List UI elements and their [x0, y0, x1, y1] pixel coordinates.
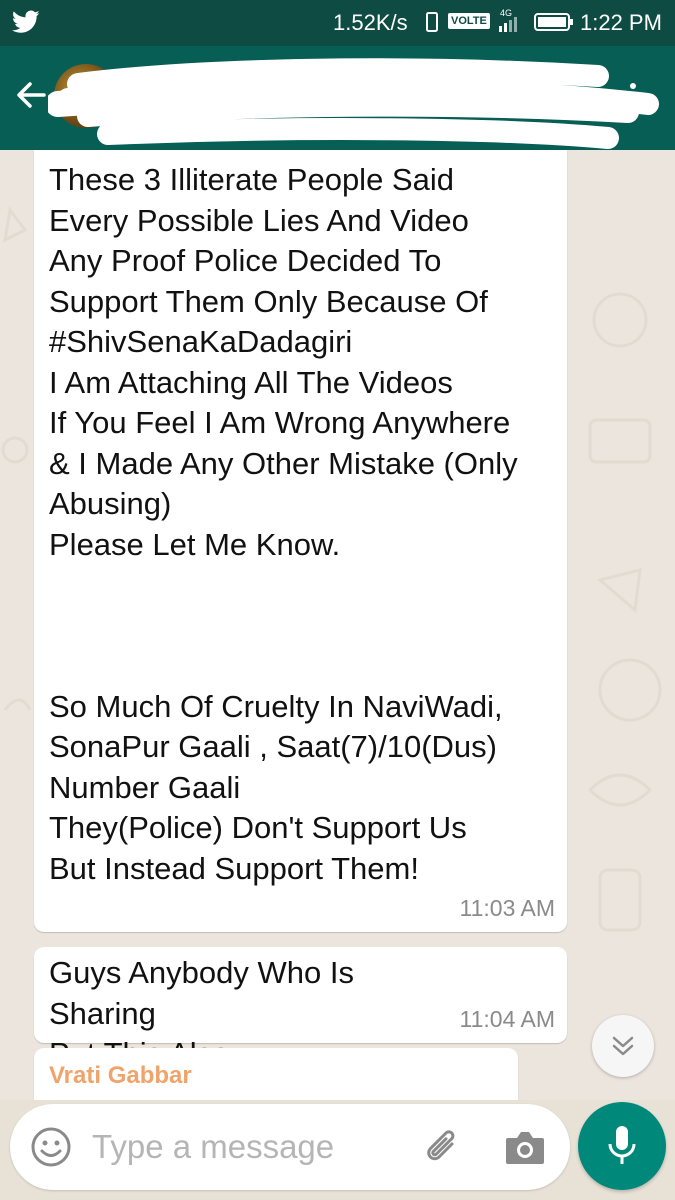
chat-header	[0, 46, 675, 150]
message-bubble[interactable]: These 3 Illiterate People Said Every Pos…	[34, 150, 567, 932]
chat-area[interactable]: These 3 Illiterate People Said Every Pos…	[0, 150, 675, 1100]
emoji-icon[interactable]	[30, 1126, 72, 1168]
signal-icon: 4G	[499, 8, 517, 32]
camera-icon[interactable]	[504, 1128, 546, 1166]
phone-icon	[426, 12, 438, 32]
paperclip-icon[interactable]	[422, 1126, 462, 1168]
message-bubble[interactable]: Guys Anybody Who Is Sharing Put This Als…	[34, 947, 567, 1071]
mic-icon	[608, 1126, 636, 1164]
clock: 1:22 PM	[580, 10, 662, 35]
network-type: 4G	[500, 8, 512, 18]
message-time: 11:03 AM	[459, 895, 555, 921]
scroll-down-button[interactable]	[592, 1015, 654, 1077]
redaction-scribble	[48, 58, 659, 149]
twitter-icon	[12, 10, 40, 33]
status-bar: 1.52K/s VOLTE 4G 1:22 PM	[0, 0, 675, 46]
arrow-left-icon[interactable]	[14, 78, 48, 112]
message-bubble[interactable]: Vrati Gabbar	[34, 1048, 518, 1100]
more-vert-icon[interactable]	[626, 80, 640, 112]
message-composer[interactable]: Type a message	[10, 1104, 570, 1190]
message-input[interactable]: Type a message	[92, 1128, 334, 1166]
message-time: 11:04 AM	[459, 1006, 555, 1032]
battery-icon	[534, 13, 573, 31]
message-text: These 3 Illiterate People Said Every Pos…	[49, 162, 518, 886]
double-chevron-down-icon	[612, 1036, 634, 1056]
network-speed: 1.52K/s	[333, 10, 408, 35]
mic-button[interactable]	[578, 1102, 666, 1190]
sender-name: Vrati Gabbar	[49, 1062, 192, 1089]
volte-badge: VOLTE	[448, 13, 490, 29]
